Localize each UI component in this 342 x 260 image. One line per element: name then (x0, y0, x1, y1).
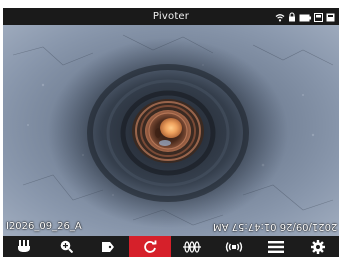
settings-icon (311, 239, 325, 254)
device-screen: Pivoter I2026_09_26_A 2021/09/26 01:47:5… (3, 8, 339, 257)
tag-icon (101, 241, 115, 253)
tray-icon (17, 240, 31, 253)
menu-button[interactable] (255, 236, 297, 257)
coil-button[interactable] (171, 236, 213, 257)
pipe-image (3, 25, 339, 236)
coil-icon (183, 240, 201, 253)
sonde-button[interactable] (213, 236, 255, 257)
wifi-icon (275, 8, 285, 26)
status-icons (275, 11, 335, 22)
battery-icon (299, 8, 311, 26)
settings-button[interactable] (297, 236, 339, 257)
zoom-in-button[interactable] (45, 236, 87, 257)
timestamp-label: 2021/09/26 01:47:57 AM (212, 221, 337, 232)
storage-icon (326, 8, 335, 26)
zoom-in-icon (60, 240, 73, 253)
sd-card-icon (314, 8, 323, 26)
toolbar (3, 236, 339, 257)
sonde-icon (225, 241, 243, 253)
rotate-button[interactable] (129, 236, 171, 257)
menu-icon (268, 240, 284, 253)
folder-label: I2026_09_26_A (6, 221, 82, 232)
camera-view: I2026_09_26_A 2021/09/26 01:47:57 AM (3, 25, 339, 236)
rotate-icon (143, 240, 157, 254)
tag-button[interactable] (87, 236, 129, 257)
lock-icon (288, 8, 296, 26)
status-bar: Pivoter (3, 8, 339, 25)
tray-button[interactable] (3, 236, 45, 257)
